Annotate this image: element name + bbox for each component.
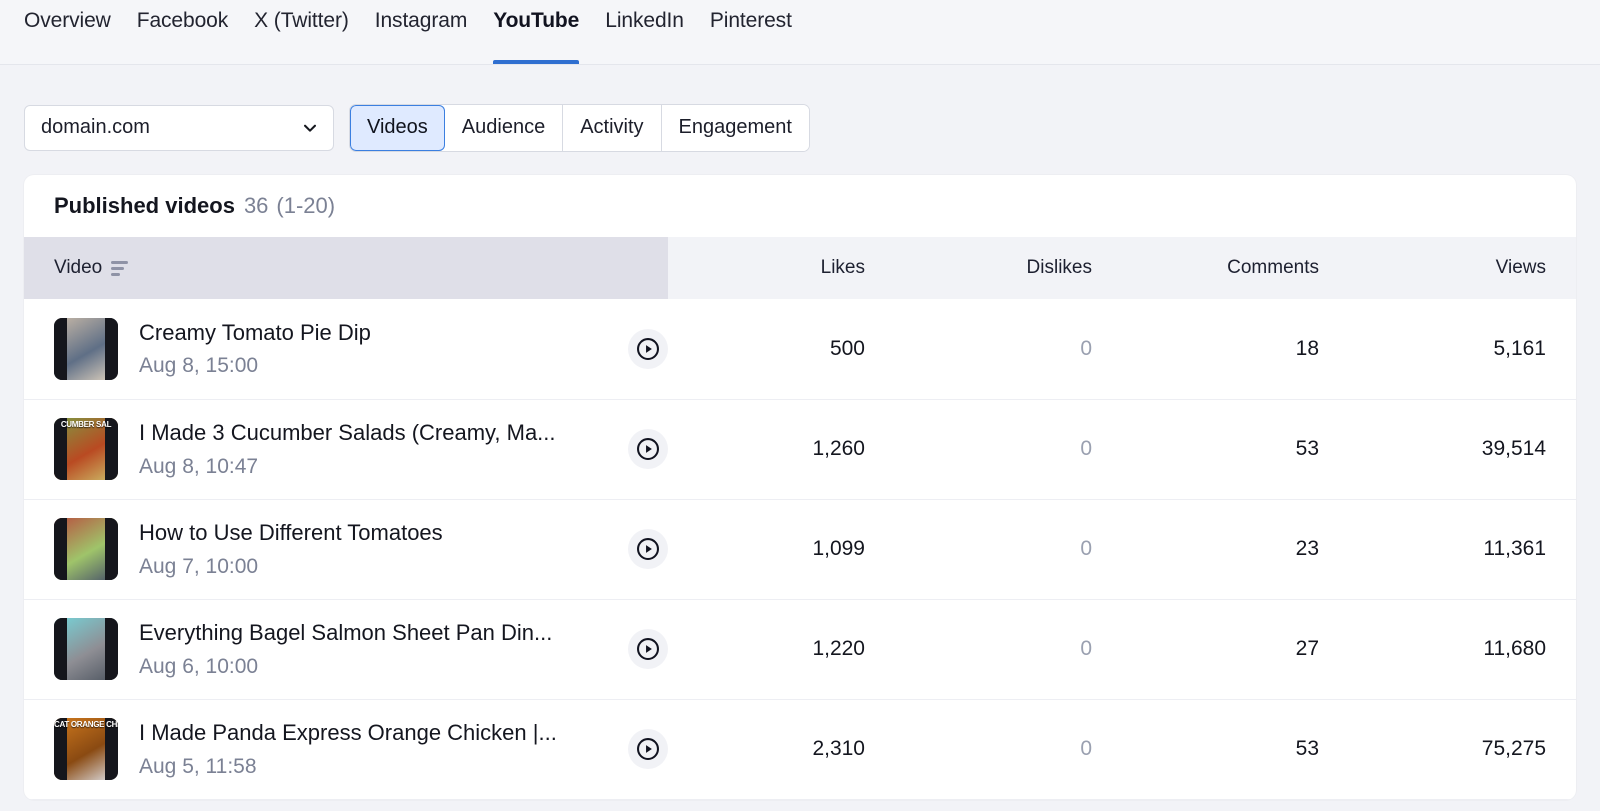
video-title[interactable]: Everything Bagel Salmon Sheet Pan Din... <box>139 619 569 647</box>
column-header-views[interactable]: Views <box>1349 237 1576 299</box>
play-circle-icon[interactable] <box>628 729 668 769</box>
published-videos-card: Published videos 36 (1-20) Video Likes D… <box>24 175 1576 800</box>
video-thumbnail[interactable] <box>54 518 118 580</box>
cell-comments: 27 <box>1122 599 1349 699</box>
tab-x-twitter[interactable]: X (Twitter) <box>254 0 349 64</box>
cell-likes: 1,220 <box>668 599 895 699</box>
card-total-count: 36 <box>244 193 268 219</box>
video-title[interactable]: Creamy Tomato Pie Dip <box>139 319 569 347</box>
play-circle-icon[interactable] <box>628 529 668 569</box>
cell-views: 11,680 <box>1349 599 1576 699</box>
segment-engagement[interactable]: Engagement <box>662 105 809 151</box>
tab-facebook[interactable]: Facebook <box>137 0 228 64</box>
videos-table-head: Video Likes Dislikes Comments Views <box>24 237 1576 299</box>
video-thumbnail[interactable]: CAT ORANGE CHI <box>54 718 118 780</box>
view-segmented-control: VideosAudienceActivityEngagement <box>350 105 809 151</box>
cell-views: 5,161 <box>1349 299 1576 399</box>
tab-youtube[interactable]: YouTube <box>493 0 579 64</box>
video-date: Aug 7, 10:00 <box>139 554 620 579</box>
cell-dislikes: 0 <box>895 599 1122 699</box>
video-thumbnail[interactable] <box>54 318 118 380</box>
controls-row: domain.com VideosAudienceActivityEngagem… <box>0 65 1600 161</box>
column-header-comments[interactable]: Comments <box>1122 237 1349 299</box>
cell-dislikes: 0 <box>895 399 1122 499</box>
video-title[interactable]: I Made Panda Express Orange Chicken |... <box>139 719 569 747</box>
platform-nav-tablist: Overview Facebook X (Twitter) Instagram YouT… <box>24 0 792 64</box>
video-title[interactable]: I Made 3 Cucumber Salads (Creamy, Ma... <box>139 419 569 447</box>
cell-dislikes: 0 <box>895 499 1122 599</box>
cell-likes: 1,099 <box>668 499 895 599</box>
cell-comments: 23 <box>1122 499 1349 599</box>
cell-comments: 53 <box>1122 699 1349 799</box>
chevron-down-icon <box>301 119 319 137</box>
table-header-row: Video Likes Dislikes Comments Views <box>24 237 1576 299</box>
cell-likes: 1,260 <box>668 399 895 499</box>
tab-overview[interactable]: Overview <box>24 0 111 64</box>
video-date: Aug 5, 11:58 <box>139 754 620 779</box>
cell-views: 75,275 <box>1349 699 1576 799</box>
cell-comments: 53 <box>1122 399 1349 499</box>
video-cell: CAT ORANGE CHI I Made Panda Express Orang… <box>24 699 668 799</box>
segment-activity[interactable]: Activity <box>563 105 661 151</box>
video-thumbnail[interactable]: CUMBER SAL <box>54 418 118 480</box>
column-header-video[interactable]: Video <box>24 237 668 299</box>
video-cell: CUMBER SAL I Made 3 Cucumber Salads (Crea… <box>24 399 668 499</box>
tab-instagram[interactable]: Instagram <box>375 0 467 64</box>
column-header-video-label: Video <box>54 257 102 279</box>
tab-linkedin[interactable]: LinkedIn <box>605 0 684 64</box>
table-row[interactable]: CAT ORANGE CHI I Made Panda Express Orang… <box>24 699 1576 799</box>
play-circle-icon[interactable] <box>628 329 668 369</box>
table-row[interactable]: How to Use Different Tomatoes Aug 7, 10:0… <box>24 499 1576 599</box>
video-cell: Creamy Tomato Pie Dip Aug 8, 15:00 <box>24 299 668 399</box>
platform-nav: Overview Facebook X (Twitter) Instagram YouT… <box>0 0 1600 65</box>
cell-dislikes: 0 <box>895 299 1122 399</box>
videos-table-body: Creamy Tomato Pie DipAug 8, 15:005000185… <box>24 299 1576 799</box>
column-header-dislikes[interactable]: Dislikes <box>895 237 1122 299</box>
table-row[interactable]: Everything Bagel Salmon Sheet Pan Din...… <box>24 599 1576 699</box>
video-date: Aug 8, 15:00 <box>139 353 620 378</box>
table-row[interactable]: Creamy Tomato Pie Dip Aug 8, 15:00 5000185… <box>24 299 1576 399</box>
column-header-likes[interactable]: Likes <box>668 237 895 299</box>
cell-views: 11,361 <box>1349 499 1576 599</box>
cell-likes: 500 <box>668 299 895 399</box>
thumbnail-caption: CUMBER SAL <box>54 420 118 429</box>
video-date: Aug 6, 10:00 <box>139 654 620 679</box>
play-circle-icon[interactable] <box>628 629 668 669</box>
play-circle-icon[interactable] <box>628 429 668 469</box>
video-date: Aug 8, 10:47 <box>139 454 620 479</box>
video-thumbnail[interactable] <box>54 618 118 680</box>
segment-audience[interactable]: Audience <box>445 105 563 151</box>
cell-views: 39,514 <box>1349 399 1576 499</box>
cell-comments: 18 <box>1122 299 1349 399</box>
domain-select-value: domain.com <box>41 116 150 139</box>
table-row[interactable]: CUMBER SAL I Made 3 Cucumber Salads (Crea… <box>24 399 1576 499</box>
tab-pinterest[interactable]: Pinterest <box>710 0 792 64</box>
video-title[interactable]: How to Use Different Tomatoes <box>139 519 569 547</box>
card-title: Published videos <box>54 193 235 219</box>
cell-likes: 2,310 <box>668 699 895 799</box>
thumbnail-caption: CAT ORANGE CHI <box>54 720 118 729</box>
card-header: Published videos 36 (1-20) <box>24 175 1576 237</box>
videos-table: Video Likes Dislikes Comments Views Crea… <box>24 237 1576 800</box>
video-cell: How to Use Different Tomatoes Aug 7, 10:0… <box>24 499 668 599</box>
domain-select[interactable]: domain.com <box>24 105 334 151</box>
card-range: (1-20) <box>276 193 335 219</box>
sort-descending-icon[interactable] <box>111 261 128 275</box>
cell-dislikes: 0 <box>895 699 1122 799</box>
video-cell: Everything Bagel Salmon Sheet Pan Din...… <box>24 599 668 699</box>
segment-videos[interactable]: Videos <box>350 105 445 151</box>
